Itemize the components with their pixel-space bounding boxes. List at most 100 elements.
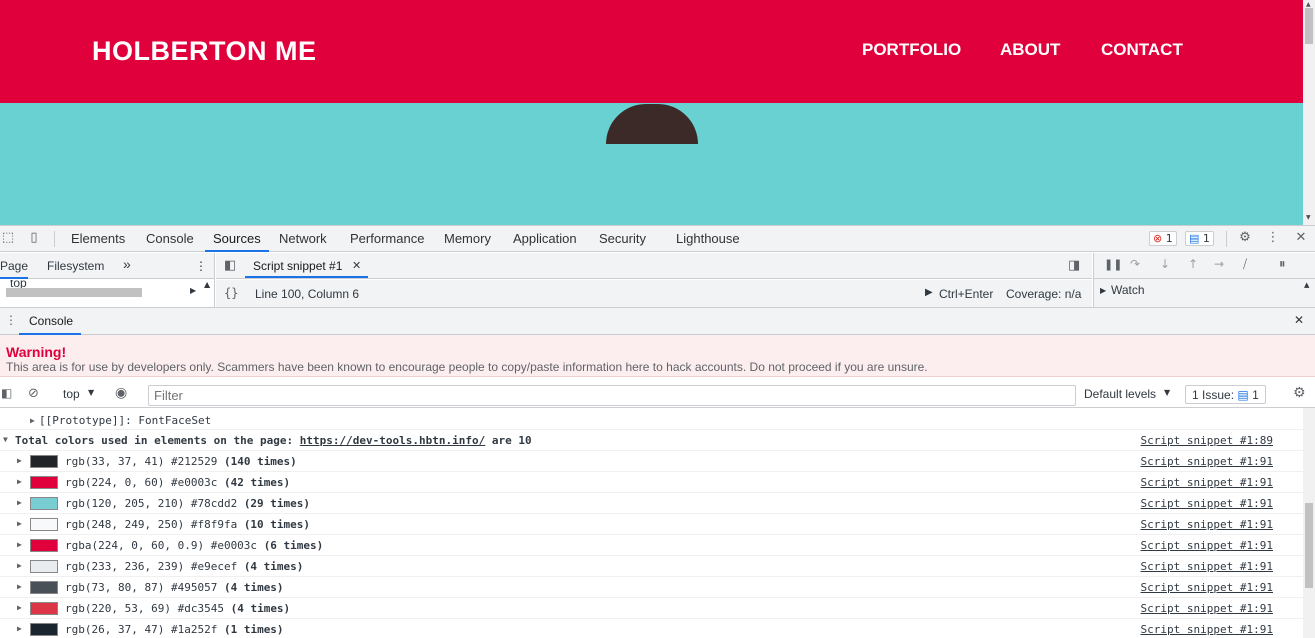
nav-about-link[interactable]: ABOUT [1000,40,1060,60]
show-sidebar-icon[interactable]: ◧ [1,386,12,400]
tab-network[interactable]: Network [279,231,327,246]
source-link[interactable]: Script snippet #1:91 [1141,476,1273,489]
live-expression-eye-icon[interactable]: ◉ [115,385,127,401]
drawer-tab-console[interactable]: Console [29,314,73,328]
tab-console[interactable]: Console [146,231,194,246]
source-link[interactable]: Script snippet #1:91 [1141,518,1273,531]
pause-on-exceptions-icon[interactable]: ⏸ [1279,257,1286,272]
console-settings-gear-icon[interactable]: ⚙ [1293,385,1306,401]
color-log-row[interactable]: ▶ rgba(224, 0, 60, 0.9) #e0003c (6 times)… [0,535,1303,556]
expand-arrow-icon[interactable]: ▶ [30,416,35,425]
close-tab-icon[interactable]: ✕ [352,259,361,272]
color-log-row[interactable]: ▶ rgb(33, 37, 41) #212529 (140 times) Scri… [0,451,1303,472]
scroll-up-icon[interactable]: ▲ [1304,281,1309,289]
chevron-down-icon[interactable]: ▼ [88,388,94,397]
clear-console-icon[interactable]: ⊘ [28,386,39,401]
pretty-print-icon[interactable]: {} [224,286,238,300]
message-count-badge[interactable]: ▤ 1 [1185,231,1214,246]
navigator-menu-icon[interactable]: ⋮ [195,259,207,273]
tab-script-snippet[interactable]: Script snippet #1 [253,259,342,273]
settings-gear-icon[interactable]: ⚙ [1237,230,1253,246]
color-log-row[interactable]: ▶ rgb(224, 0, 60) #e0003c (42 times) Scrip… [0,472,1303,493]
step-icon[interactable]: → [1214,257,1224,271]
step-over-icon[interactable]: ↷ [1130,257,1140,271]
source-link[interactable]: Script snippet #1:91 [1141,497,1273,510]
expand-arrow-icon[interactable]: ▶ [17,456,22,465]
tab-memory[interactable]: Memory [444,231,491,246]
more-tabs-icon[interactable]: » [123,256,131,272]
source-link[interactable]: Script snippet #1:91 [1141,602,1273,615]
context-selector[interactable]: top [63,387,80,401]
deactivate-breakpoints-icon[interactable]: ⧸ [1243,257,1247,272]
site-logo[interactable]: HOLBERTON ME [92,36,317,67]
tab-security[interactable]: Security [599,231,646,246]
run-icon[interactable]: ▶ [925,287,933,298]
tab-page[interactable]: Page [0,259,29,279]
tab-filesystem[interactable]: Filesystem [47,259,104,273]
scrollbar-thumb[interactable] [1305,8,1313,44]
color-log-row[interactable]: ▶ rgb(73, 80, 87) #495057 (4 times) Script… [0,577,1303,598]
source-link[interactable]: Script snippet #1:91 [1141,455,1273,468]
tab-sources[interactable]: Sources [205,231,269,252]
scroll-up-icon[interactable]: ▲ [204,280,210,289]
scroll-right-icon[interactable]: ▶ [190,286,196,295]
nav-portfolio-link[interactable]: PORTFOLIO [862,40,961,60]
color-log-row[interactable]: ▶ rgb(220, 53, 69) #dc3545 (4 times) Scrip… [0,598,1303,619]
step-into-icon[interactable]: ↓ [1160,257,1170,271]
expand-arrow-icon[interactable]: ▶ [17,540,22,549]
tab-elements[interactable]: Elements [71,231,125,246]
color-count: (29 times) [243,497,311,510]
color-swatch [30,497,58,510]
toggle-navigator-icon[interactable]: ◧ [224,258,236,273]
expand-arrow-icon[interactable]: ▶ [17,519,22,528]
scroll-down-icon[interactable]: ▼ [1306,214,1311,221]
summary-url-link[interactable]: https://dev-tools.hbtn.info/ [300,434,485,447]
navigator-hscroll-thumb[interactable] [6,288,142,297]
inspect-element-icon[interactable]: ⬚ [0,230,16,246]
color-log-row[interactable]: ▶ rgb(120, 205, 210) #78cdd2 (29 times) Sc… [0,493,1303,514]
pause-icon[interactable]: ❚❚ [1104,258,1122,271]
toggle-debugger-icon[interactable]: ◨ [1068,258,1080,273]
expand-arrow-icon[interactable]: ▶ [17,624,22,633]
log-row-summary[interactable]: ▼ Total colors used in elements on the p… [0,430,1303,451]
console-log: ▶ [[Prototype]]: FontFaceSet ▼ Total col… [0,408,1303,638]
tab-application[interactable]: Application [513,231,577,246]
editor-status-bar: {} Line 100, Column 6 ▶ Ctrl+Enter Cover… [216,280,1092,307]
run-shortcut-label[interactable]: Ctrl+Enter [939,287,993,301]
log-levels-dropdown[interactable]: Default levels [1084,387,1156,401]
console-filter-input[interactable] [148,385,1076,406]
drawer-menu-icon[interactable]: ⋮ [5,313,17,327]
issues-button[interactable]: 1 Issue: ▤ 1 [1185,385,1266,404]
scroll-up-icon[interactable]: ▲ [1306,1,1311,8]
source-link[interactable]: Script snippet #1:89 [1141,434,1273,447]
expand-arrow-icon[interactable]: ▶ [17,582,22,591]
color-log-row[interactable]: ▶ rgb(248, 249, 250) #f8f9fa (10 times) Sc… [0,514,1303,535]
expand-watch-icon[interactable]: ▶ [1100,286,1106,295]
error-count-badge[interactable]: ⊗ 1 [1149,231,1177,246]
close-devtools-icon[interactable]: ✕ [1293,230,1309,246]
step-out-icon[interactable]: ↑ [1188,257,1198,271]
source-link[interactable]: Script snippet #1:91 [1141,560,1273,573]
tab-lighthouse[interactable]: Lighthouse [676,231,740,246]
log-row-prototype[interactable]: ▶ [[Prototype]]: FontFaceSet [0,408,1303,430]
color-log-row[interactable]: ▶ rgb(233, 236, 239) #e9ecef (4 times) Scr… [0,556,1303,577]
page-scrollbar[interactable]: ▲ ▼ [1303,0,1315,225]
source-link[interactable]: Script snippet #1:91 [1141,581,1273,594]
chevron-down-icon[interactable]: ▼ [1164,388,1170,397]
more-options-icon[interactable]: ⋮ [1265,230,1281,246]
expand-arrow-icon[interactable]: ▶ [17,603,22,612]
scrollbar-thumb[interactable] [1305,503,1313,588]
expand-arrow-icon[interactable]: ▶ [17,561,22,570]
tab-performance[interactable]: Performance [350,231,424,246]
watch-section[interactable]: Watch [1111,283,1145,297]
expand-arrow-icon[interactable]: ▶ [17,498,22,507]
console-scrollbar[interactable] [1303,408,1315,638]
source-link[interactable]: Script snippet #1:91 [1141,539,1273,552]
nav-contact-link[interactable]: CONTACT [1101,40,1183,60]
color-log-row[interactable]: ▶ rgb(26, 37, 47) #1a252f (1 times) Script… [0,619,1303,638]
device-toolbar-icon[interactable]: ▯ [26,230,42,246]
collapse-arrow-icon[interactable]: ▼ [3,435,8,444]
expand-arrow-icon[interactable]: ▶ [17,477,22,486]
close-drawer-icon[interactable]: ✕ [1294,313,1304,327]
source-link[interactable]: Script snippet #1:91 [1141,623,1273,636]
